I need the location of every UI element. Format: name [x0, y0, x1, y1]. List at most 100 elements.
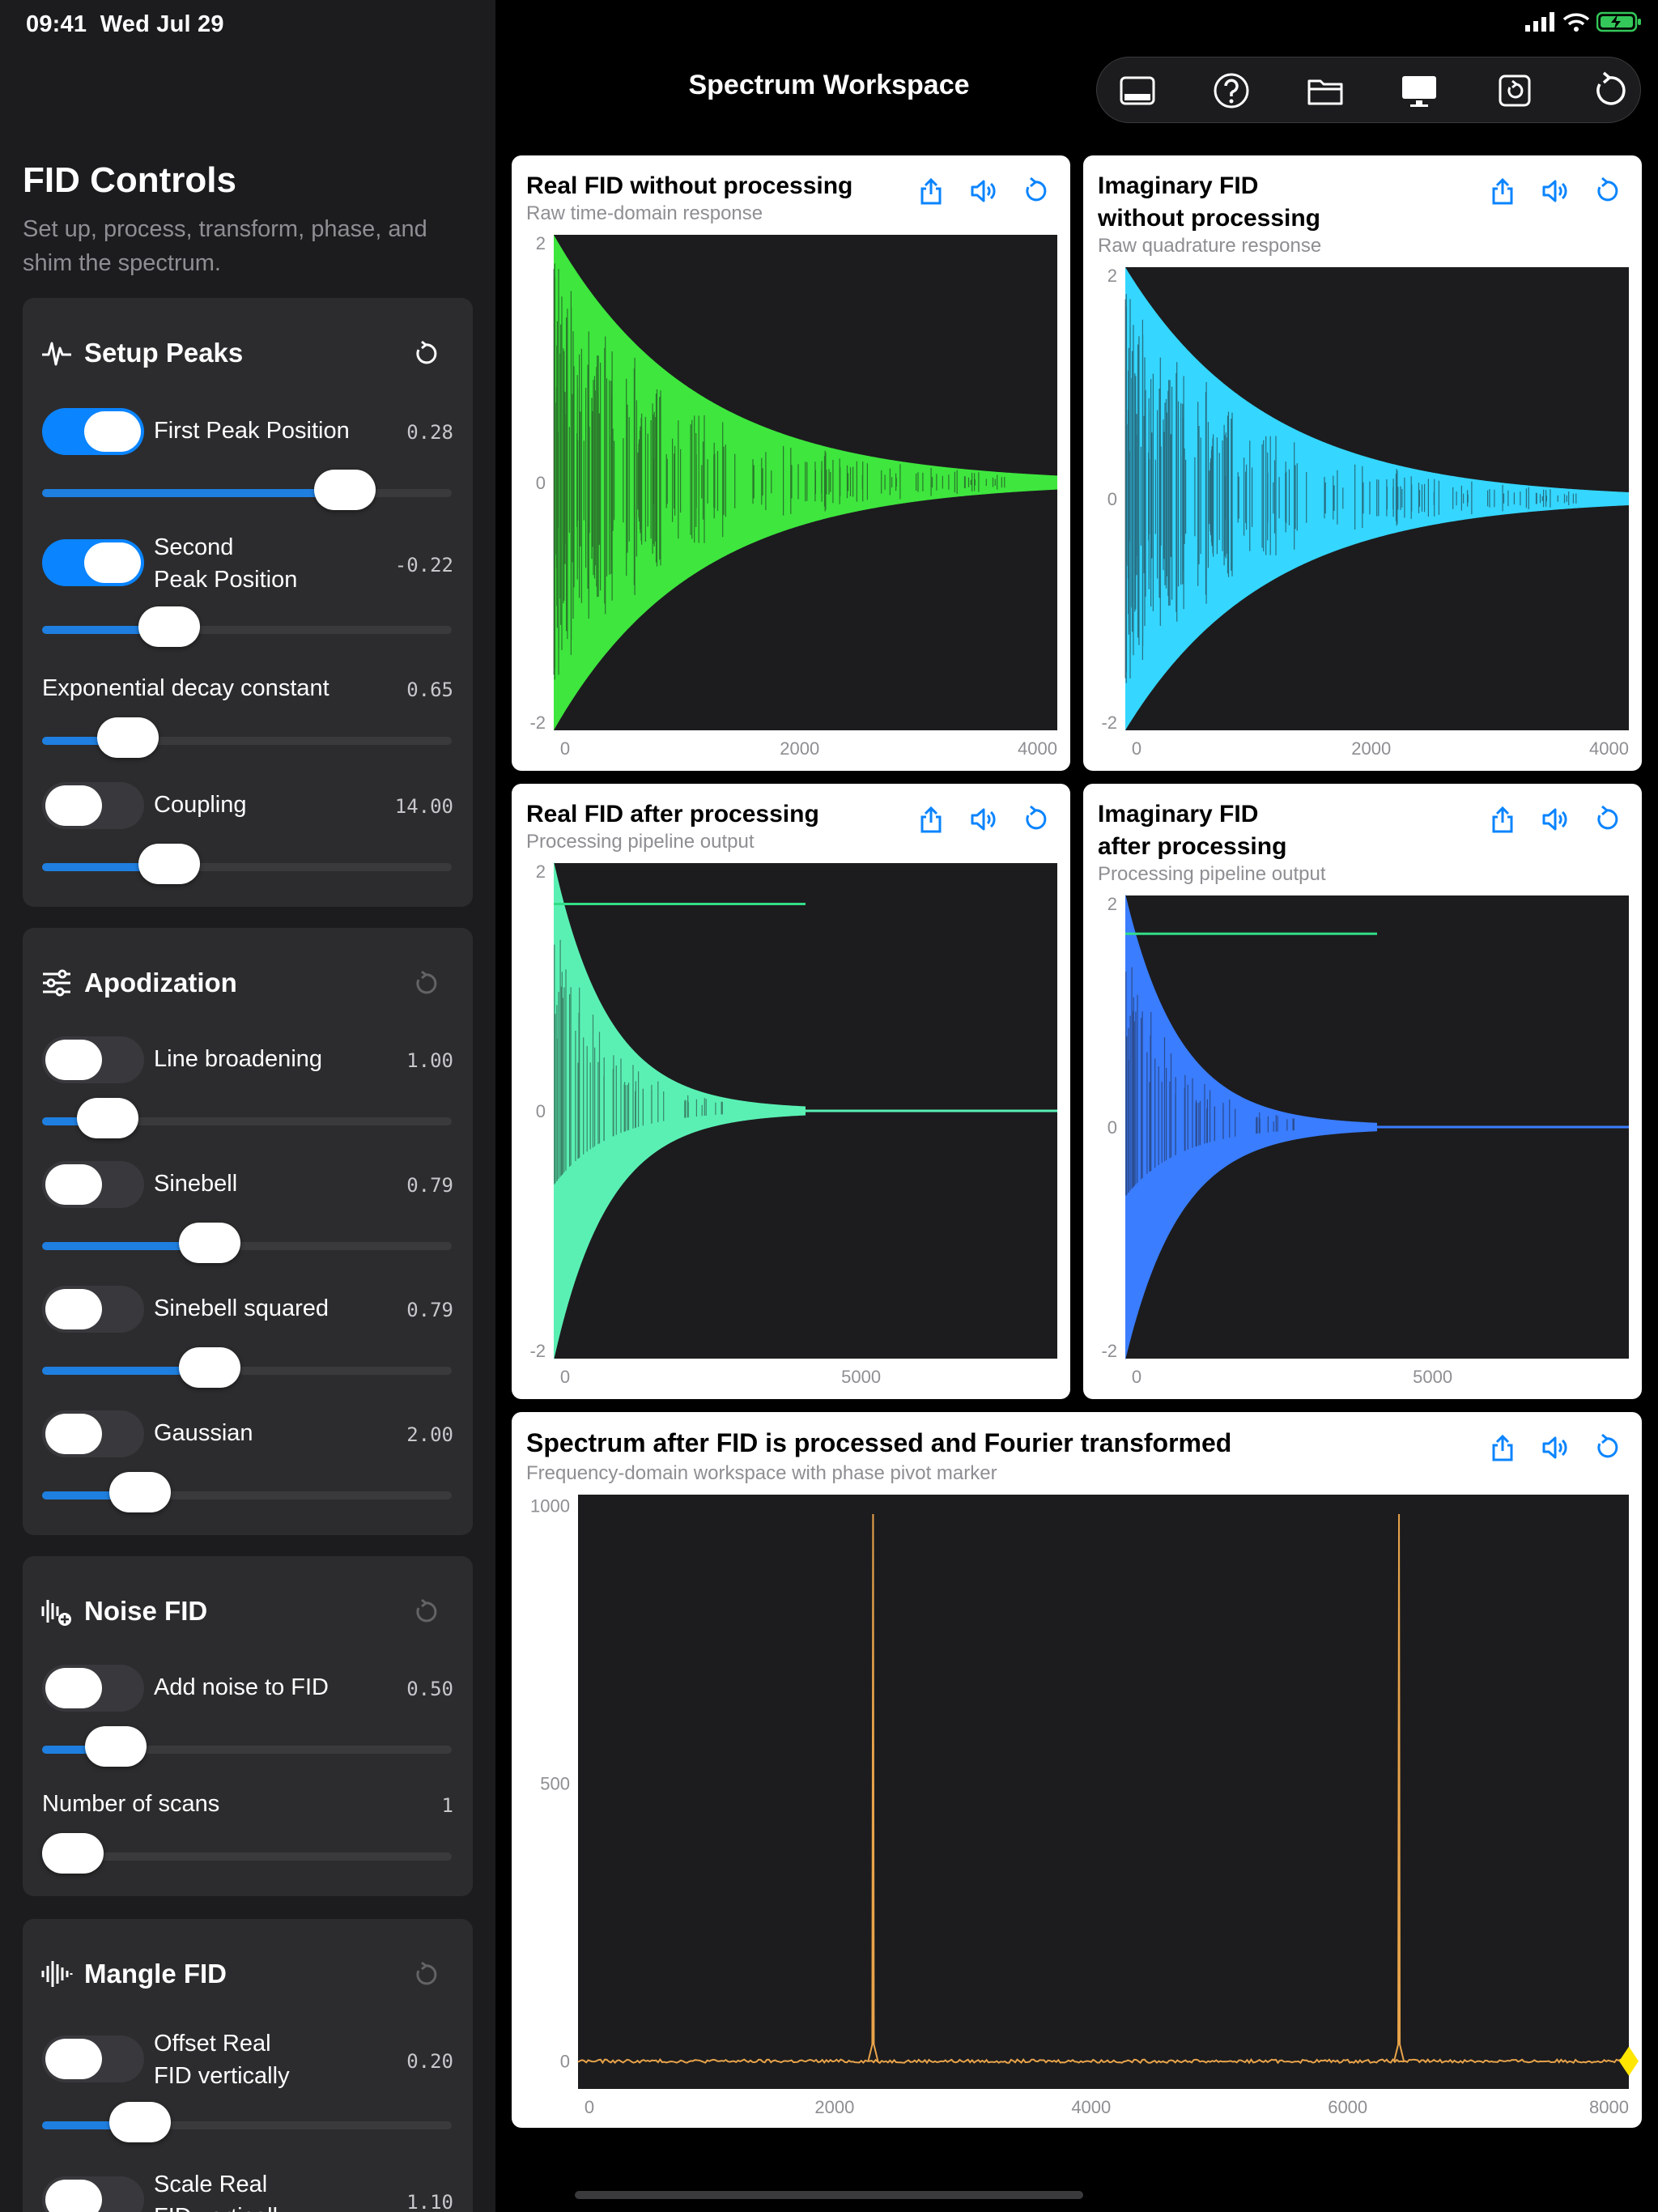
coupling-toggle[interactable]	[42, 782, 144, 829]
speaker-icon[interactable]	[1540, 805, 1569, 834]
second-peak-slider[interactable]	[42, 606, 452, 647]
real-proc-subtitle: Processing pipeline output	[526, 831, 755, 853]
scans-slider[interactable]	[42, 1833, 452, 1874]
y-tick-label: 2	[536, 861, 546, 882]
mangle-fid-card: Mangle FID Offset Real FID vertically 0.…	[23, 1919, 473, 2212]
monitor-icon[interactable]	[1400, 71, 1439, 110]
x-tick-label: 2000	[780, 738, 819, 759]
add-noise-slider[interactable]	[42, 1726, 452, 1767]
panel-real-proc: 2 0 -2 0 5000 Real FID after processing Proc…	[512, 784, 1070, 1399]
scans-value: 1	[441, 1794, 453, 1817]
line-broadening-slider[interactable]	[42, 1098, 452, 1138]
speaker-icon[interactable]	[968, 805, 997, 834]
real-raw-title: Real FID without processing	[526, 172, 853, 199]
share-icon[interactable]	[1488, 177, 1517, 206]
y-tick-label: 500	[540, 1774, 570, 1794]
display-mode-icon[interactable]	[1118, 71, 1157, 110]
y-tick-label: -2	[529, 713, 546, 733]
line-broadening-label: Line broadening	[154, 1046, 323, 1072]
offset-real-toggle[interactable]	[42, 2035, 144, 2082]
line-broadening-value: 1.00	[406, 1049, 453, 1072]
noise-waveform-icon	[41, 1600, 71, 1626]
add-noise-toggle[interactable]	[42, 1665, 144, 1712]
spectrum-subtitle: Frequency-domain workspace with phase pi…	[526, 1462, 997, 1484]
setup-peaks-title: Setup Peaks	[84, 338, 244, 368]
coupling-slider[interactable]	[42, 844, 452, 884]
gaussian-value: 2.00	[406, 1423, 453, 1446]
gaussian-slider[interactable]	[42, 1472, 452, 1512]
imag-raw-subtitle: Raw quadrature response	[1098, 235, 1322, 257]
status-time: 09:41 Wed Jul 29	[26, 11, 224, 37]
sinebell-toggle[interactable]	[42, 1161, 144, 1208]
share-icon[interactable]	[916, 177, 946, 206]
reload-icon[interactable]	[1020, 805, 1049, 834]
first-peak-toggle[interactable]	[42, 408, 144, 455]
reload-icon[interactable]	[1020, 177, 1049, 206]
reload-icon[interactable]	[1592, 1433, 1621, 1462]
panel-real-raw: 2 0 -2 0 2000 4000 Real FID without processin…	[512, 155, 1070, 771]
plot-area	[578, 1495, 1629, 2089]
noise-reset-icon[interactable]	[411, 1598, 439, 1626]
sinebell-label: Sinebell	[154, 1171, 238, 1197]
share-icon[interactable]	[916, 805, 946, 834]
spectrum-chart: 1000 500 0 0 2000 4000 6000 8000	[530, 1495, 1639, 2117]
mangle-reset-icon[interactable]	[411, 1961, 439, 1989]
x-tick-label: 8000	[1589, 2097, 1629, 2117]
noise-fid-title: Noise FID	[84, 1596, 208, 1626]
coupling-label: Coupling	[154, 792, 247, 818]
undo-icon[interactable]	[1589, 71, 1628, 110]
home-indicator[interactable]	[575, 2191, 1083, 2199]
decay-slider[interactable]	[42, 717, 452, 758]
y-tick-label: 2	[1107, 894, 1117, 914]
x-tick-label: 4000	[1018, 738, 1057, 759]
x-tick-label: 0	[560, 1367, 570, 1387]
x-tick-label: 4000	[1589, 738, 1629, 759]
line-broadening-toggle[interactable]	[42, 1036, 144, 1083]
sinebell-slider[interactable]	[42, 1223, 452, 1263]
add-noise-label: Add noise to FID	[154, 1674, 329, 1700]
y-tick-label: 1000	[530, 1496, 570, 1516]
x-tick-label: 0	[560, 738, 570, 759]
scale-real-value: 1.10	[406, 2191, 453, 2212]
first-peak-slider[interactable]	[42, 470, 452, 510]
scale-real-toggle[interactable]	[42, 2176, 144, 2212]
sliders-icon	[43, 969, 70, 997]
folder-icon[interactable]	[1306, 71, 1345, 110]
gaussian-toggle[interactable]	[42, 1410, 144, 1457]
real-raw-subtitle: Raw time-domain response	[526, 202, 763, 224]
speaker-icon[interactable]	[1540, 177, 1569, 206]
sinebell-squared-slider[interactable]	[42, 1347, 452, 1388]
setup-reset-icon[interactable]	[411, 340, 439, 368]
apodization-reset-icon[interactable]	[411, 970, 439, 998]
battery-charging-icon	[1596, 11, 1641, 32]
second-peak-toggle[interactable]	[42, 539, 144, 586]
y-tick-label: 2	[536, 233, 546, 253]
reload-icon[interactable]	[1592, 177, 1621, 206]
sinebell-squared-toggle[interactable]	[42, 1286, 144, 1333]
y-tick-label: -2	[1101, 1341, 1117, 1361]
offset-real-slider[interactable]	[42, 2102, 452, 2142]
imag-proc-title: Imaginary FID after processing	[1098, 801, 1287, 860]
x-tick-label: 5000	[841, 1367, 881, 1387]
speaker-icon[interactable]	[1540, 1433, 1569, 1462]
share-icon[interactable]	[1488, 805, 1517, 834]
decay-value: 0.65	[406, 678, 453, 701]
offset-real-label: Offset Real FID vertically	[154, 2031, 290, 2089]
add-noise-value: 0.50	[406, 1678, 453, 1700]
share-icon[interactable]	[1488, 1433, 1517, 1462]
cellular-signal-icon	[1525, 12, 1554, 32]
waveform-icon	[42, 342, 71, 366]
speaker-icon[interactable]	[968, 177, 997, 206]
reset-phase-icon[interactable]	[1495, 71, 1534, 110]
help-icon[interactable]	[1212, 71, 1251, 110]
offset-real-value: 0.20	[406, 2050, 453, 2073]
y-tick-label: 0	[536, 473, 546, 493]
imag-raw-title: Imaginary FID without processing	[1098, 172, 1321, 232]
spectrum-title: Spectrum after FID is processed and Four…	[526, 1428, 1232, 1457]
app-root: { "status": {"time": "09:41", "date": "W…	[0, 0, 1658, 2212]
mangle-waveform-icon	[41, 1961, 73, 1987]
real-raw-chart: 2 0 -2 0 2000 4000	[529, 233, 1057, 759]
first-peak-label: First Peak Position	[154, 418, 350, 444]
reload-icon[interactable]	[1592, 805, 1621, 834]
status-indicators	[1525, 11, 1642, 32]
